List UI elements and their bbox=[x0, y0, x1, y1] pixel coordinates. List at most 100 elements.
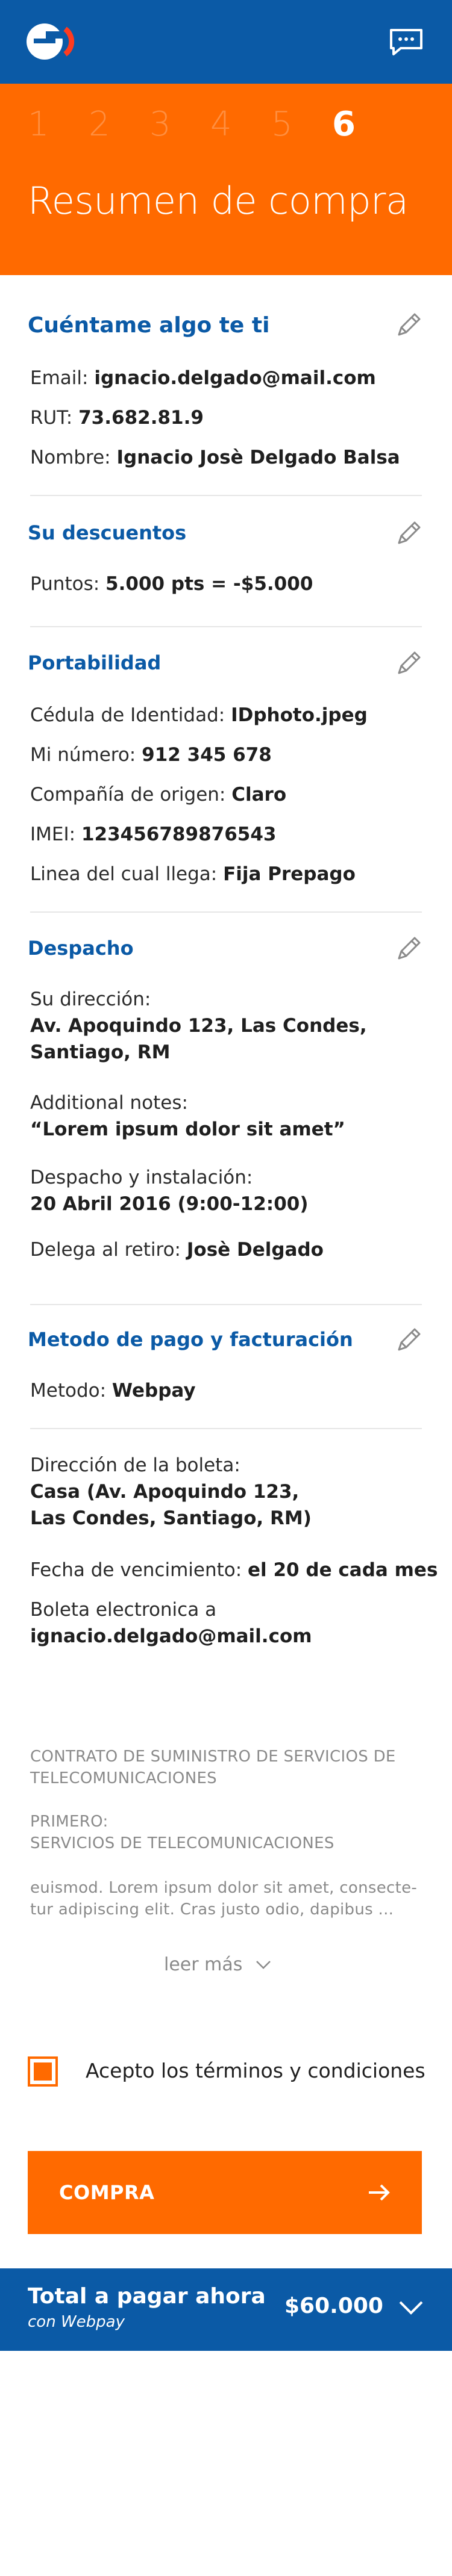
section-title-payment: Metodo de pago y facturación bbox=[28, 1328, 353, 1351]
address-label: Su dirección: bbox=[30, 989, 151, 1010]
step-3: 3 bbox=[149, 105, 171, 144]
terms-label: Acepto los términos y condiciones bbox=[86, 2059, 425, 2082]
arrow-right-icon bbox=[369, 2184, 390, 2201]
contract-section: PRIMERO: SERVICIOS DE TELECOMUNICACIONES bbox=[30, 1811, 334, 1854]
edit-pencil-icon[interactable] bbox=[393, 519, 423, 549]
line-type-label: Linea del cual llega: bbox=[30, 863, 218, 885]
email-value: ignacio.delgado@mail.com bbox=[94, 367, 376, 389]
bill-address-value-line2: Las Condes, Santiago, RM) bbox=[30, 1507, 312, 1529]
address-value-line2: Santiago, RM bbox=[30, 1041, 171, 1063]
hero-banner: 1 2 3 4 5 6 Resumen de compra bbox=[0, 84, 452, 275]
bill-address-value-line1: Casa (Av. Apoquindo 123, bbox=[30, 1481, 300, 1503]
top-bar bbox=[0, 0, 452, 84]
ebill-block: Boleta electronica a ignacio.delgado@mai… bbox=[30, 1597, 312, 1650]
number-row: Mi número: 912 345 678 bbox=[30, 744, 272, 766]
due-date-value: el 20 de cada mes bbox=[248, 1559, 438, 1581]
contract-line: TELECOMUNICACIONES bbox=[30, 1769, 217, 1787]
edit-pencil-icon[interactable] bbox=[393, 649, 423, 679]
method-value: Webpay bbox=[111, 1380, 196, 1401]
rut-row: RUT: 73.682.81.9 bbox=[30, 407, 204, 429]
due-date-label: Fecha de vencimiento: bbox=[30, 1559, 242, 1581]
page-title: Resumen de compra bbox=[28, 179, 409, 223]
origin-label: Compañía de origen: bbox=[30, 784, 226, 805]
entel-logo-icon[interactable] bbox=[25, 20, 77, 63]
divider bbox=[30, 495, 422, 496]
email-row: Email: ignacio.delgado@mail.com bbox=[30, 367, 376, 389]
read-more-label: leer más bbox=[164, 1954, 243, 1975]
points-row: Puntos: 5.000 pts = -$5.000 bbox=[30, 573, 313, 595]
section-title-shipping: Despacho bbox=[28, 937, 134, 960]
divider bbox=[30, 1304, 422, 1305]
divider bbox=[30, 626, 422, 627]
bill-address-label: Dirección de la boleta: bbox=[30, 1454, 240, 1476]
edit-pencil-icon[interactable] bbox=[393, 311, 423, 341]
install-value: 20 Abril 2016 (9:00-12:00) bbox=[30, 1193, 309, 1215]
contract-body: euismod. Lorem ipsum dolor sit amet, con… bbox=[30, 1877, 417, 1920]
method-row: Metodo: Webpay bbox=[30, 1380, 196, 1401]
section-title-discounts: Su descuentos bbox=[28, 521, 187, 544]
section-title-portability: Portabilidad bbox=[28, 651, 162, 674]
name-label: Nombre: bbox=[30, 447, 111, 468]
imei-value: 123456789876543 bbox=[81, 824, 277, 845]
contract-line: CONTRATO DE SUMINISTRO DE SERVICIOS DE bbox=[30, 1748, 396, 1766]
number-label: Mi número: bbox=[30, 744, 136, 766]
bill-address-block: Dirección de la boleta: Casa (Av. Apoqui… bbox=[30, 1452, 312, 1532]
notes-block: Additional notes: “Lorem ipsum dolor sit… bbox=[30, 1090, 345, 1143]
step-2: 2 bbox=[89, 105, 110, 144]
chat-icon[interactable] bbox=[389, 28, 424, 57]
total-subtitle: con Webpay bbox=[28, 2313, 125, 2331]
divider bbox=[30, 1428, 422, 1429]
name-value: Ignacio Josè Delgado Balsa bbox=[116, 447, 400, 468]
points-label: Puntos: bbox=[30, 573, 100, 595]
step-1: 1 bbox=[28, 105, 49, 144]
address-value-line1: Av. Apoquindo 123, Las Condes, bbox=[30, 1015, 367, 1037]
section-title-personal: Cuéntame algo te ti bbox=[28, 313, 270, 338]
due-date-row: Fecha de vencimiento: el 20 de cada mes bbox=[30, 1559, 438, 1581]
line-type-row: Linea del cual llega: Fija Prepago bbox=[30, 863, 356, 885]
notes-value: “Lorem ipsum dolor sit amet” bbox=[30, 1119, 345, 1140]
line-type-value: Fija Prepago bbox=[223, 863, 356, 885]
rut-value: 73.682.81.9 bbox=[78, 407, 204, 429]
chevron-down-icon bbox=[256, 1960, 271, 1969]
contract-line: tur adipiscing elit. Cras justo odio, da… bbox=[30, 1901, 394, 1919]
name-row: Nombre: Ignacio Josè Delgado Balsa bbox=[30, 447, 400, 468]
pickup-value: Josè Delgado bbox=[186, 1239, 324, 1261]
chevron-down-icon[interactable] bbox=[398, 2298, 424, 2317]
contract-heading: CONTRATO DE SUMINISTRO DE SERVICIOS DE T… bbox=[30, 1746, 396, 1789]
imei-row: IMEI: 123456789876543 bbox=[30, 824, 277, 845]
step-4: 4 bbox=[210, 105, 232, 144]
total-bar[interactable]: Total a pagar ahora con Webpay $60.000 bbox=[0, 2268, 452, 2351]
method-label: Metodo: bbox=[30, 1380, 107, 1401]
edit-pencil-icon[interactable] bbox=[393, 934, 423, 964]
divider bbox=[30, 911, 422, 913]
id-value: IDphoto.jpeg bbox=[231, 704, 368, 726]
notes-label: Additional notes: bbox=[30, 1092, 188, 1114]
install-block: Despacho y instalación: 20 Abril 2016 (9… bbox=[30, 1164, 309, 1217]
total-title: Total a pagar ahora bbox=[28, 2284, 266, 2309]
imei-label: IMEI: bbox=[30, 824, 76, 845]
edit-pencil-icon[interactable] bbox=[393, 1326, 423, 1356]
number-value: 912 345 678 bbox=[142, 744, 272, 766]
contract-line: SERVICIOS DE TELECOMUNICACIONES bbox=[30, 1834, 334, 1852]
rut-label: RUT: bbox=[30, 407, 73, 429]
terms-checkbox[interactable] bbox=[28, 2056, 58, 2087]
contract-line: PRIMERO: bbox=[30, 1813, 108, 1831]
contract-line: euismod. Lorem ipsum dolor sit amet, con… bbox=[30, 1879, 418, 1897]
ebill-label: Boleta electronica a bbox=[30, 1599, 217, 1621]
pickup-row: Delega al retiro: Josè Delgado bbox=[30, 1239, 324, 1261]
buy-button[interactable]: COMPRA bbox=[28, 2151, 422, 2234]
ebill-value: ignacio.delgado@mail.com bbox=[30, 1625, 312, 1647]
id-row: Cédula de Identidad: IDphoto.jpeg bbox=[30, 704, 368, 726]
origin-row: Compañía de origen: Claro bbox=[30, 784, 286, 805]
checkbox-fill bbox=[34, 2062, 52, 2081]
buy-button-label: COMPRA bbox=[59, 2181, 155, 2204]
origin-value: Claro bbox=[231, 784, 287, 805]
email-label: Email: bbox=[30, 367, 89, 389]
points-value: 5.000 pts = -$5.000 bbox=[105, 573, 313, 595]
install-label: Despacho y instalación: bbox=[30, 1167, 253, 1188]
id-label: Cédula de Identidad: bbox=[30, 704, 225, 726]
address-block: Su dirección: Av. Apoquindo 123, Las Con… bbox=[30, 986, 367, 1066]
read-more-link[interactable]: leer más bbox=[164, 1954, 271, 1975]
step-5: 5 bbox=[271, 105, 293, 144]
pickup-label: Delega al retiro: bbox=[30, 1239, 181, 1261]
